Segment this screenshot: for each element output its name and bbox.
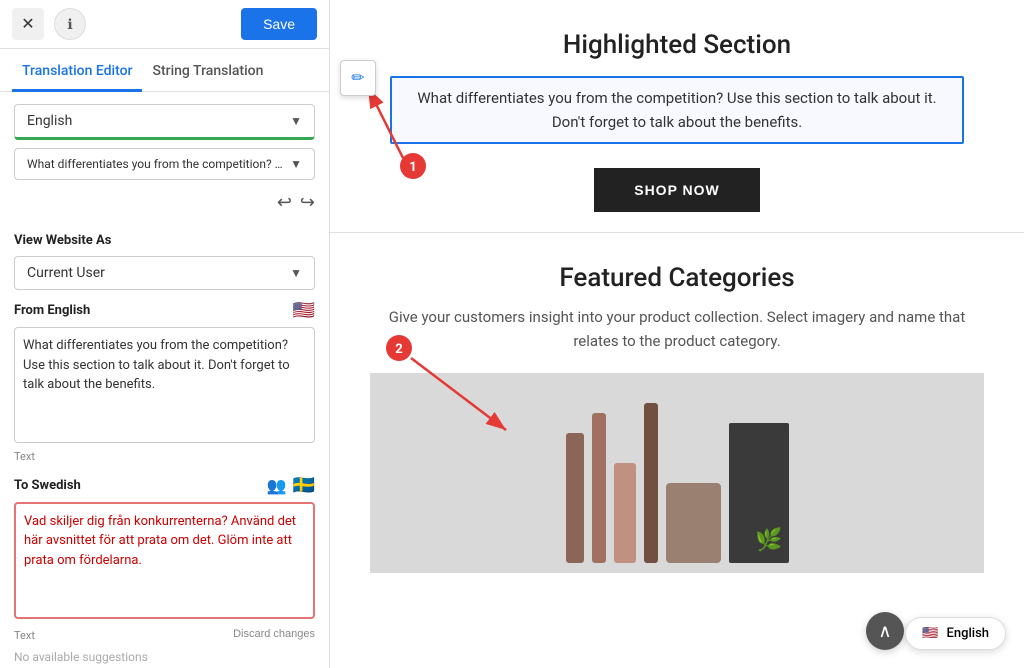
to-swedish-type: Text xyxy=(14,629,35,642)
language-dropdown-arrow: ▼ xyxy=(290,114,302,128)
from-english-textarea: What differentiates you from the competi… xyxy=(14,327,315,443)
string-dropdown-arrow: ▼ xyxy=(290,157,302,171)
english-badge-label: English xyxy=(947,626,990,641)
no-suggestions-label: No available suggestions xyxy=(14,650,315,664)
to-swedish-textarea[interactable]: Vad skiljer dig från konkurrenterna? Anv… xyxy=(14,502,315,620)
top-bar: ✕ ℹ Save xyxy=(0,0,329,49)
view-as-value: Current User xyxy=(27,265,105,281)
scroll-top-button[interactable]: ∧ xyxy=(866,612,904,650)
highlighted-text: What differentiates you from the competi… xyxy=(390,76,964,144)
featured-title: Featured Categories xyxy=(370,263,984,293)
english-language-badge[interactable]: 🇺🇸 English xyxy=(905,617,1006,650)
view-as-dropdown[interactable]: Current User ▼ xyxy=(14,256,315,290)
highlighted-title: Highlighted Section xyxy=(390,30,964,60)
from-english-label: From English xyxy=(14,303,90,318)
close-button[interactable]: ✕ xyxy=(12,8,44,40)
from-english-header: From English 🇺🇸 xyxy=(14,300,315,321)
string-dropdown-value: What differentiates you from the competi… xyxy=(27,157,287,171)
right-panel: ✏ Highlighted Section What differentiate… xyxy=(330,0,1024,668)
english-flag: 🇺🇸 xyxy=(293,300,315,321)
highlighted-section: Highlighted Section What differentiates … xyxy=(330,0,1024,233)
featured-desc: Give your customers insight into your pr… xyxy=(370,305,984,353)
swedish-flag: 🇸🇪 xyxy=(293,475,315,496)
english-badge-flag: 🇺🇸 xyxy=(922,626,938,641)
shop-now-button[interactable]: SHOP NOW xyxy=(594,168,760,212)
to-swedish-section: To Swedish 👥 🇸🇪 Vad skiljer dig från kon… xyxy=(14,475,315,643)
tab-string-translation[interactable]: String Translation xyxy=(142,49,273,92)
view-as-arrow: ▼ xyxy=(290,266,302,280)
view-as-label: View Website As xyxy=(14,233,315,248)
undo-redo-bar: ↩ ↪ xyxy=(14,188,315,223)
save-button[interactable]: Save xyxy=(241,8,317,40)
to-swedish-label: To Swedish xyxy=(14,478,81,493)
to-swedish-header: To Swedish 👥 🇸🇪 xyxy=(14,475,315,496)
panel-body: English ▼ What differentiates you from t… xyxy=(0,92,329,668)
featured-section: Featured Categories Give your customers … xyxy=(330,233,1024,603)
products-image: 🌿 xyxy=(370,373,984,573)
add-people-icon: 👥 xyxy=(267,476,287,495)
view-website-as-section: View Website As Current User ▼ xyxy=(14,233,315,290)
redo-button[interactable]: ↪ xyxy=(300,192,315,213)
tabs-bar: Translation Editor String Translation xyxy=(0,49,329,92)
language-dropdown[interactable]: English ▼ xyxy=(14,104,315,140)
undo-button[interactable]: ↩ xyxy=(277,192,292,213)
from-english-section: From English 🇺🇸 What differentiates you … xyxy=(14,300,315,463)
left-panel: ✕ ℹ Save Translation Editor String Trans… xyxy=(0,0,330,668)
from-english-type: Text xyxy=(14,450,315,463)
string-dropdown[interactable]: What differentiates you from the competi… xyxy=(14,148,315,180)
pencil-overlay: ✏ xyxy=(340,60,376,96)
language-dropdown-value: English xyxy=(27,113,72,129)
pencil-edit-button[interactable]: ✏ xyxy=(340,60,376,96)
tab-translation-editor[interactable]: Translation Editor xyxy=(12,49,142,92)
info-button[interactable]: ℹ xyxy=(54,8,86,40)
discard-changes-button[interactable]: Discard changes xyxy=(233,628,315,640)
